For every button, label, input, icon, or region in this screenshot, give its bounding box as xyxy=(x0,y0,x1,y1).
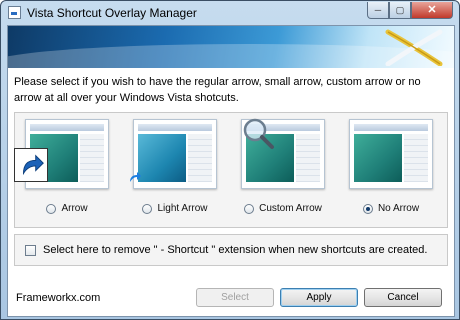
option-custom-arrow[interactable]: Custom Arrow xyxy=(235,118,331,227)
arrow-radio[interactable] xyxy=(46,203,57,214)
overlay-options-group: Arrow Light Arrow Custom Arrow No Arrow xyxy=(14,112,448,228)
frameworkx-logo-icon xyxy=(385,29,443,66)
header-banner xyxy=(8,26,454,68)
custom-arrow-radio[interactable] xyxy=(244,203,255,214)
arrow-preview xyxy=(14,119,109,189)
arrow-label: Arrow xyxy=(61,203,88,214)
magnifier-icon xyxy=(243,118,274,149)
option-arrow[interactable]: Arrow xyxy=(14,119,115,227)
light-arrow-radio[interactable] xyxy=(142,203,153,214)
no-arrow-label: No Arrow xyxy=(377,203,420,214)
remove-shortcut-extension-label[interactable]: Select here to remove " - Shortcut " ext… xyxy=(43,244,427,256)
minimize-button[interactable]: ─ xyxy=(367,2,389,19)
custom-arrow-preview xyxy=(241,118,325,189)
select-button[interactable]: Select xyxy=(196,288,274,307)
shortcut-arrow-icon xyxy=(14,148,48,182)
light-arrow-label: Light Arrow xyxy=(157,203,208,214)
remove-shortcut-extension-checkbox[interactable] xyxy=(25,245,36,256)
title-bar[interactable]: Vista Shortcut Overlay Manager ─ ▢ ✕ xyxy=(1,1,459,25)
apply-button[interactable]: Apply xyxy=(280,288,358,307)
main-window: Vista Shortcut Overlay Manager ─ ▢ ✕ Ple… xyxy=(0,0,460,320)
maximize-button[interactable]: ▢ xyxy=(389,2,411,19)
cancel-button[interactable]: Cancel xyxy=(364,288,442,307)
extension-option-group: Select here to remove " - Shortcut " ext… xyxy=(14,234,448,266)
custom-arrow-label: Custom Arrow xyxy=(259,203,322,214)
light-arrow-preview xyxy=(130,119,217,189)
instructions-text: Please select if you wish to have the re… xyxy=(14,76,421,104)
client-area: Please select if you wish to have the re… xyxy=(7,25,455,317)
option-light-arrow[interactable]: Light Arrow xyxy=(127,119,223,227)
window-title: Vista Shortcut Overlay Manager xyxy=(27,6,197,20)
option-no-arrow[interactable]: No Arrow xyxy=(343,119,439,227)
no-arrow-radio[interactable] xyxy=(362,203,373,214)
close-button[interactable]: ✕ xyxy=(411,2,453,19)
small-arrow-icon xyxy=(130,172,141,182)
app-icon xyxy=(8,6,21,19)
caption-buttons: ─ ▢ ✕ xyxy=(367,2,453,19)
brand-label: Frameworkx.com xyxy=(16,292,101,304)
no-arrow-preview xyxy=(349,119,433,189)
